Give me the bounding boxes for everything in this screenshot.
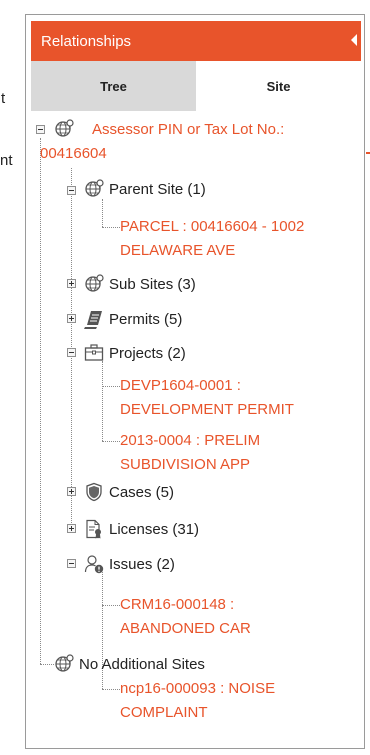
project-2-link[interactable]: 2013-0004 : PRELIM	[120, 429, 260, 453]
tree-connector	[102, 227, 120, 228]
relationships-panel: Relationships Tree Site Assessor PIN or …	[25, 14, 365, 749]
background-accent-mark	[366, 152, 370, 154]
issue-1-link[interactable]: CRM16-000148 :	[120, 593, 234, 617]
issue-icon	[84, 554, 104, 574]
project-1-line-2: DEVELOPMENT PERMIT	[120, 401, 294, 418]
globe-icon	[84, 274, 104, 294]
shield-icon	[84, 482, 104, 502]
license-icon	[84, 519, 104, 539]
root-node[interactable]	[54, 119, 79, 139]
parent-site-item-link[interactable]: PARCEL : 00416604 - 1002	[120, 215, 304, 239]
briefcase-icon	[84, 343, 104, 363]
cases-expand-toggle[interactable]	[67, 487, 76, 496]
background-text-fragment: nt	[0, 152, 13, 169]
sub-sites-expand-toggle[interactable]	[67, 279, 76, 288]
licenses-node[interactable]: Licenses (31)	[84, 519, 199, 539]
parent-site-collapse-toggle[interactable]	[67, 186, 76, 195]
root-collapse-toggle[interactable]	[36, 125, 45, 134]
issue-2-link[interactable]: ncp16-000093 : NOISE	[120, 677, 275, 701]
issues-node[interactable]: Issues (2)	[84, 554, 175, 574]
project-1-link-cont[interactable]: DEVELOPMENT PERMIT	[120, 398, 294, 422]
tree-connector	[102, 441, 120, 442]
permits-label: Permits (5)	[109, 310, 183, 328]
cases-label: Cases (5)	[109, 483, 175, 501]
parent-item-line-1: PARCEL : 00416604 - 1002	[120, 218, 305, 235]
parent-site-node[interactable]: Parent Site (1)	[84, 179, 206, 199]
globe-icon	[54, 119, 74, 139]
project-1-link[interactable]: DEVP1604-0001 :	[120, 374, 241, 398]
parent-site-label: Parent Site (1)	[109, 180, 206, 198]
licenses-expand-toggle[interactable]	[67, 524, 76, 533]
tree-connector	[102, 361, 103, 441]
issue-2-line-2: COMPLAINT	[120, 704, 208, 721]
permit-icon	[84, 309, 104, 329]
issues-label: Issues (2)	[109, 555, 175, 573]
project-2-line-1: 2013-0004 : PRELIM	[120, 432, 261, 449]
tree-connector	[102, 689, 120, 690]
issues-collapse-toggle[interactable]	[67, 559, 76, 568]
tree-connector	[102, 199, 103, 227]
project-2-link-cont[interactable]: SUBDIVISION APP	[120, 453, 250, 477]
sub-sites-label: Sub Sites (3)	[109, 275, 196, 293]
parent-site-item-link-cont[interactable]: DELAWARE AVE	[120, 239, 235, 263]
globe-icon	[84, 179, 104, 199]
root-site-link[interactable]: Assessor PIN or Tax Lot No.:	[92, 118, 284, 142]
project-1-line-1: DEVP1604-0001 :	[120, 377, 241, 394]
project-2-line-2: SUBDIVISION APP	[120, 456, 251, 473]
no-additional-sites-node: No Additional Sites	[54, 654, 205, 674]
projects-collapse-toggle[interactable]	[67, 348, 76, 357]
tree-connector	[102, 605, 120, 606]
parent-item-line-2: DELAWARE AVE	[120, 242, 236, 259]
permits-expand-toggle[interactable]	[67, 314, 76, 323]
projects-label: Projects (2)	[109, 344, 186, 362]
projects-node[interactable]: Projects (2)	[84, 343, 186, 363]
issue-2-line-1: ncp16-000093 : NOISE	[120, 680, 276, 697]
tree-connector	[102, 386, 120, 387]
licenses-label: Licenses (31)	[109, 520, 200, 538]
permits-node[interactable]: Permits (5)	[84, 309, 182, 329]
issue-1-line-1: CRM16-000148 :	[120, 596, 235, 613]
root-line-1: Assessor PIN or Tax Lot No.:	[92, 121, 285, 138]
issue-1-line-2: ABANDONED CAR	[120, 620, 251, 637]
root-site-link-cont[interactable]: 00416604	[40, 142, 107, 166]
root-line-2: 00416604	[40, 145, 107, 162]
no-additional-sites-label: No Additional Sites	[79, 655, 205, 673]
background-text-fragment: t	[1, 90, 6, 107]
globe-icon	[54, 654, 74, 674]
sub-sites-node[interactable]: Sub Sites (3)	[84, 274, 196, 294]
cases-node[interactable]: Cases (5)	[84, 482, 174, 502]
issue-2-link-cont[interactable]: COMPLAINT	[120, 701, 208, 725]
relationship-tree: Assessor PIN or Tax Lot No.: 00416604 Pa…	[26, 15, 364, 748]
tree-connector	[40, 664, 54, 665]
issue-1-link-cont[interactable]: ABANDONED CAR	[120, 617, 251, 641]
tree-connector	[40, 138, 41, 664]
